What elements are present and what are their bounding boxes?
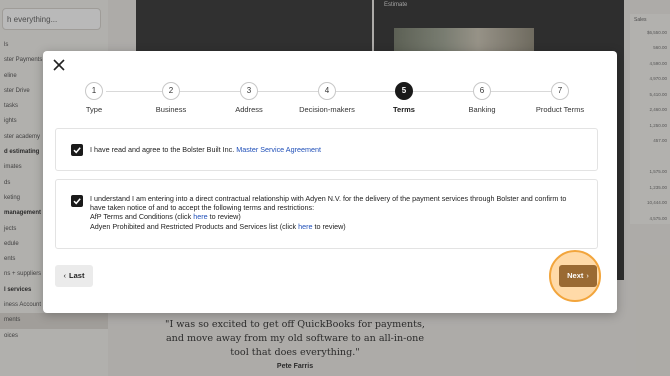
step-label: Decision-makers — [299, 105, 355, 114]
step-label-current: Terms — [393, 105, 415, 114]
step-number: 6 — [473, 82, 491, 100]
step-decision-makers: 4 Decision-makers — [292, 82, 362, 114]
afp-terms-line: AfP Terms and Conditions (click here to … — [90, 212, 583, 221]
step-label: Banking — [468, 105, 496, 114]
chevron-left-icon: ‹ — [63, 271, 67, 280]
step-number-current: 5 — [395, 82, 413, 100]
step-label: Business — [155, 105, 187, 114]
step-number: 4 — [318, 82, 336, 100]
step-number: 3 — [240, 82, 258, 100]
adyen-prohibited-link[interactable]: here — [298, 222, 312, 231]
msa-terms-text: I have read and agree to the Bolster Bui… — [90, 145, 583, 154]
terms-card-master-service-agreement: I have read and agree to the Bolster Bui… — [55, 128, 598, 171]
checkmark-icon — [73, 198, 81, 205]
last-button[interactable]: ‹ Last — [55, 265, 93, 287]
terms-modal: 1 Type 2 Business 3 Address 4 Decision-m… — [43, 51, 617, 313]
step-banking: 6 Banking — [447, 82, 517, 114]
step-terms: 5 Terms — [369, 82, 439, 114]
adyen-terms-text: I understand I am entering into a direct… — [90, 194, 583, 231]
next-button[interactable]: Next › — [559, 265, 597, 287]
adyen-prohibited-line: Adyen Prohibited and Restricted Products… — [90, 222, 583, 231]
step-product-terms: 7 Product Terms — [525, 82, 595, 114]
last-button-label: Last — [69, 271, 85, 280]
close-button[interactable] — [52, 58, 66, 72]
step-business: 2 Business — [136, 82, 206, 114]
adyen-prohibited-label: Adyen Prohibited and Restricted Products… — [90, 221, 299, 231]
adyen-prohibited-suffix: to review) — [312, 221, 346, 231]
checkmark-icon — [73, 147, 81, 154]
msa-terms-label: I have read and agree to the Bolster Bui… — [90, 145, 237, 154]
adyen-terms-paragraph: I understand I am entering into a direct… — [90, 194, 567, 213]
step-number: 7 — [551, 82, 569, 100]
chevron-right-icon: › — [586, 271, 589, 280]
next-button-label: Next — [567, 271, 584, 280]
terms-card-adyen: I understand I am entering into a direct… — [55, 179, 598, 249]
adyen-terms-checkbox[interactable] — [71, 195, 83, 207]
step-type: 1 Type — [59, 82, 129, 114]
step-label: Address — [235, 105, 263, 114]
progress-stepper: 1 Type 2 Business 3 Address 4 Decision-m… — [43, 82, 617, 118]
close-icon — [53, 59, 65, 71]
afp-terms-link[interactable]: here — [193, 212, 207, 221]
msa-checkbox[interactable] — [71, 144, 83, 156]
afp-terms-label: AfP Terms and Conditions (click — [90, 212, 194, 222]
master-service-agreement-link[interactable]: Master Service Agreement — [236, 145, 321, 154]
step-address: 3 Address — [214, 82, 284, 114]
step-label: Type — [85, 105, 103, 114]
step-number: 1 — [85, 82, 103, 100]
afp-terms-suffix: to review) — [207, 212, 241, 222]
step-label: Product Terms — [535, 105, 585, 114]
step-number: 2 — [162, 82, 180, 100]
